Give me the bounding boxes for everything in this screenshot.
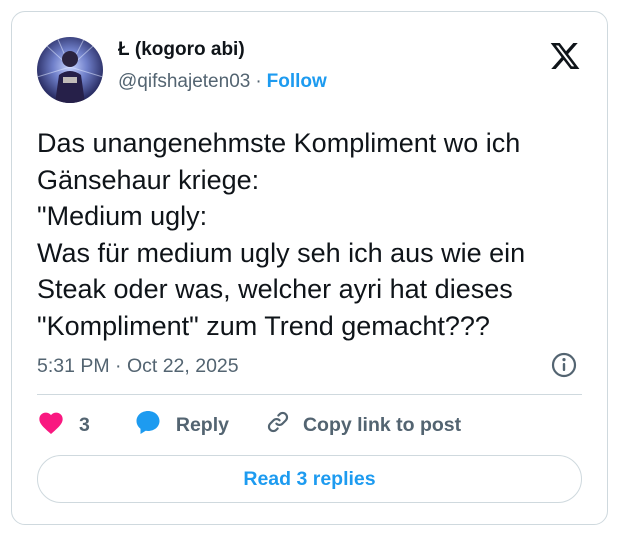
like-count: 3 xyxy=(79,413,90,436)
author-handle-row: @qifshajeten03 · Follow xyxy=(118,71,327,93)
copy-link-button[interactable]: Copy link to post xyxy=(265,409,461,441)
x-logo-icon[interactable] xyxy=(549,40,581,72)
speech-bubble-icon xyxy=(134,408,162,442)
post-actions: 3 Reply Copy link to post xyxy=(37,410,461,440)
embedded-post-card: Ł (kogoro abi) @qifshajeten03 · Follow D… xyxy=(11,11,608,525)
reply-button[interactable]: Reply xyxy=(134,408,229,442)
author-display-name[interactable]: Ł (kogoro abi) xyxy=(118,39,245,61)
reply-label: Reply xyxy=(175,413,229,436)
divider xyxy=(37,394,582,395)
post-timestamp[interactable]: 5:31 PM · Oct 22, 2025 xyxy=(37,355,239,378)
separator-dot: · xyxy=(255,71,262,92)
follow-button[interactable]: Follow xyxy=(267,71,327,93)
avatar-image xyxy=(37,37,103,103)
post-text: Das unangenehmste Kompliment wo ich Gäns… xyxy=(37,128,526,341)
copy-link-label: Copy link to post xyxy=(302,413,462,436)
read-replies-button[interactable]: Read 3 replies xyxy=(37,455,582,503)
avatar[interactable] xyxy=(37,37,103,103)
link-icon xyxy=(265,409,291,441)
like-button[interactable]: 3 xyxy=(37,409,90,441)
heart-icon xyxy=(37,409,65,441)
info-icon[interactable] xyxy=(551,352,577,378)
author-handle[interactable]: @qifshajeten03 xyxy=(118,71,250,93)
